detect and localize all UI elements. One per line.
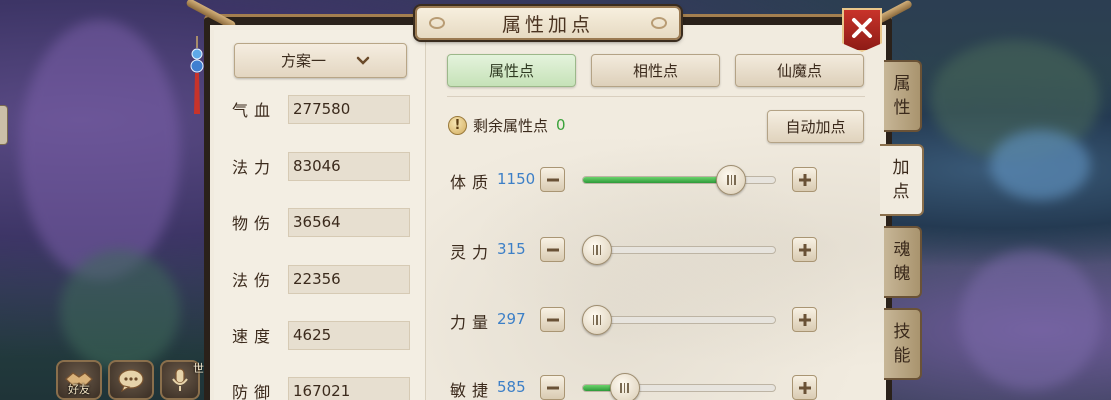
increase-button[interactable] — [792, 237, 817, 262]
exclamation-icon: ! — [448, 115, 467, 135]
attribute-row-agility: 敏捷 585 — [450, 373, 830, 400]
side-tab-char: 属 — [893, 74, 911, 94]
side-tab-char: 技 — [893, 322, 911, 342]
decrease-button[interactable] — [540, 167, 565, 192]
minus-icon — [546, 386, 559, 389]
side-tab-char: 点 — [892, 182, 910, 202]
slider-handle[interactable] — [716, 165, 747, 195]
world-channel-tag: 世 — [193, 362, 204, 375]
stat-row-mp: 法力 83046 — [232, 151, 410, 181]
side-tab-char: 性 — [893, 98, 911, 118]
window-title-plaque: 属性加点 — [415, 6, 681, 40]
stat-row-physical-damage: 物伤 36564 — [232, 207, 410, 237]
increase-button[interactable] — [792, 307, 817, 332]
background-foliage — [60, 250, 180, 370]
stat-value: 167021 — [288, 376, 410, 400]
stat-name: 法力 — [232, 158, 277, 177]
attribute-name: 力量 — [450, 313, 495, 332]
divider — [447, 96, 865, 97]
decrease-button[interactable] — [540, 237, 565, 262]
plus-icon — [798, 313, 811, 326]
attribute-value: 315 — [497, 240, 526, 258]
plus-icon — [798, 173, 811, 186]
stat-name: 气血 — [232, 101, 277, 120]
tab-attribute-points[interactable]: 属性点 — [447, 54, 576, 87]
friends-label: 好友 — [68, 383, 90, 396]
plus-icon — [798, 243, 811, 256]
cloud-ornament-icon — [429, 17, 445, 29]
increase-button[interactable] — [792, 375, 817, 400]
increase-button[interactable] — [792, 167, 817, 192]
remaining-points-value: 0 — [556, 116, 566, 134]
side-tab-add-points[interactable]: 加 点 — [880, 144, 924, 216]
side-tab-char: 加 — [892, 158, 910, 178]
stat-value: 83046 — [288, 151, 410, 181]
stat-value: 4625 — [288, 320, 410, 350]
attribute-name: 体质 — [450, 173, 495, 192]
attribute-row-strength: 力量 297 — [450, 305, 830, 335]
stat-name: 速度 — [232, 327, 277, 346]
minus-icon — [546, 248, 559, 251]
stat-row-speed: 速度 4625 — [232, 320, 410, 350]
remaining-points: ! 剩余属性点 0 — [448, 114, 566, 136]
stat-name: 物伤 — [232, 214, 277, 233]
background-foliage — [20, 20, 180, 280]
plus-icon — [798, 381, 811, 394]
side-tab-attributes[interactable]: 属 性 — [884, 60, 922, 132]
stat-value: 22356 — [288, 264, 410, 294]
left-edge-handle[interactable] — [0, 105, 8, 145]
microphone-icon — [172, 368, 188, 391]
attribute-value: 297 — [497, 310, 526, 328]
voice-button[interactable]: 世 — [160, 360, 204, 400]
stat-name: 法伤 — [232, 271, 277, 290]
side-tab-soul[interactable]: 魂 魄 — [884, 226, 922, 298]
stat-row-hp: 气血 277580 — [232, 94, 410, 124]
decrease-button[interactable] — [540, 375, 565, 400]
friends-button[interactable]: 好友 — [56, 360, 102, 400]
side-tab-char: 魄 — [893, 264, 911, 284]
minus-icon — [546, 318, 559, 321]
cloud-ornament-icon — [651, 17, 667, 29]
auto-allocate-button[interactable]: 自动加点 — [767, 110, 864, 143]
stat-row-magic-damage: 法伤 22356 — [232, 264, 410, 294]
attribute-value: 1150 — [497, 170, 536, 188]
side-tab-skills[interactable]: 技 能 — [884, 308, 922, 380]
stat-name: 防御 — [232, 383, 277, 400]
scheme-dropdown[interactable]: 方案一 — [234, 43, 407, 78]
side-tab-char: 能 — [893, 346, 911, 366]
attribute-name: 敏捷 — [450, 381, 495, 400]
attribute-row-constitution: 体质 1150 — [450, 165, 830, 195]
attribute-value: 585 — [497, 378, 526, 396]
side-tab-char: 魂 — [893, 240, 911, 260]
slider-handle[interactable] — [582, 305, 612, 335]
slider-handle[interactable] — [582, 235, 612, 265]
minus-icon — [546, 178, 559, 181]
stat-row-defense: 防御 167021 — [232, 376, 410, 400]
remaining-points-label: 剩余属性点 — [473, 116, 549, 135]
window-title: 属性加点 — [501, 13, 594, 36]
close-button[interactable] — [842, 8, 882, 52]
tab-affinity-points[interactable]: 相性点 — [591, 54, 720, 87]
slider-track[interactable] — [582, 176, 776, 184]
pendant-ornament-icon — [190, 36, 204, 114]
chat-button[interactable] — [108, 360, 154, 400]
decrease-button[interactable] — [540, 307, 565, 332]
close-icon — [852, 18, 872, 38]
chat-icon — [118, 369, 144, 392]
background-foliage — [960, 250, 1100, 390]
tab-immortal-demon-points[interactable]: 仙魔点 — [735, 54, 864, 87]
slider-handle[interactable] — [609, 373, 640, 400]
attribute-name: 灵力 — [450, 243, 495, 262]
background-pool — [990, 130, 1090, 200]
chevron-down-icon — [356, 56, 370, 65]
slider-fill — [583, 177, 731, 183]
stat-value: 36564 — [288, 207, 410, 237]
stat-value: 277580 — [288, 94, 410, 124]
scheme-label: 方案一 — [280, 52, 326, 70]
attribute-row-spirit: 灵力 315 — [450, 235, 830, 265]
